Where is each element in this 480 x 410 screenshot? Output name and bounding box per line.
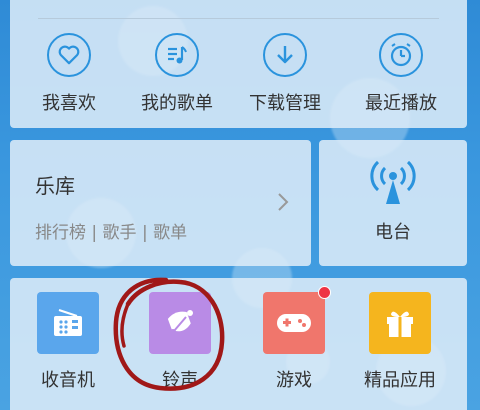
recent-plays-label: 最近播放 [365, 93, 437, 114]
download-manager-button[interactable]: 下载管理 [230, 33, 340, 115]
my-playlists-button[interactable]: 我的歌单 [122, 33, 232, 115]
games-button[interactable]: 游戏 [244, 286, 344, 392]
radio-receiver-icon [37, 292, 99, 354]
featured-apps-label: 精品应用 [364, 370, 436, 391]
my-favorites-button[interactable]: 我喜欢 [14, 33, 124, 115]
gift-icon [369, 292, 431, 354]
radio-station-card[interactable]: 电台 [319, 140, 467, 266]
radio-station-label: 电台 [375, 222, 411, 243]
download-icon [263, 33, 307, 77]
recent-plays-button[interactable]: 最近播放 [346, 33, 456, 115]
radio-tower-icon [367, 160, 419, 210]
radio-receiver-button[interactable]: 收音机 [18, 292, 118, 392]
music-library-title: 乐库 [35, 174, 75, 198]
games-label: 游戏 [276, 370, 312, 391]
music-library-card[interactable]: 乐库 排行榜 | 歌手 | 歌单 [10, 140, 311, 266]
annotation-circle [113, 277, 225, 391]
apps-panel: 收音机 铃声 游戏 精品应用 [10, 278, 467, 410]
featured-apps-button[interactable]: 精品应用 [350, 292, 450, 392]
radio-receiver-label: 收音机 [41, 370, 95, 391]
download-manager-label: 下载管理 [249, 93, 321, 114]
heart-icon [47, 33, 91, 77]
divider [38, 18, 439, 19]
chevron-right-icon [277, 192, 289, 216]
my-favorites-label: 我喜欢 [42, 93, 96, 114]
notification-badge [318, 286, 331, 299]
playlist-icon [155, 33, 199, 77]
my-playlists-label: 我的歌单 [141, 93, 213, 114]
gamepad-icon [263, 286, 331, 354]
music-library-subtitle: 排行榜 | 歌手 | 歌单 [35, 223, 188, 243]
quick-actions-panel: 我喜欢 我的歌单 下载管理 最近播放 [10, 0, 467, 128]
clock-icon [379, 33, 423, 77]
